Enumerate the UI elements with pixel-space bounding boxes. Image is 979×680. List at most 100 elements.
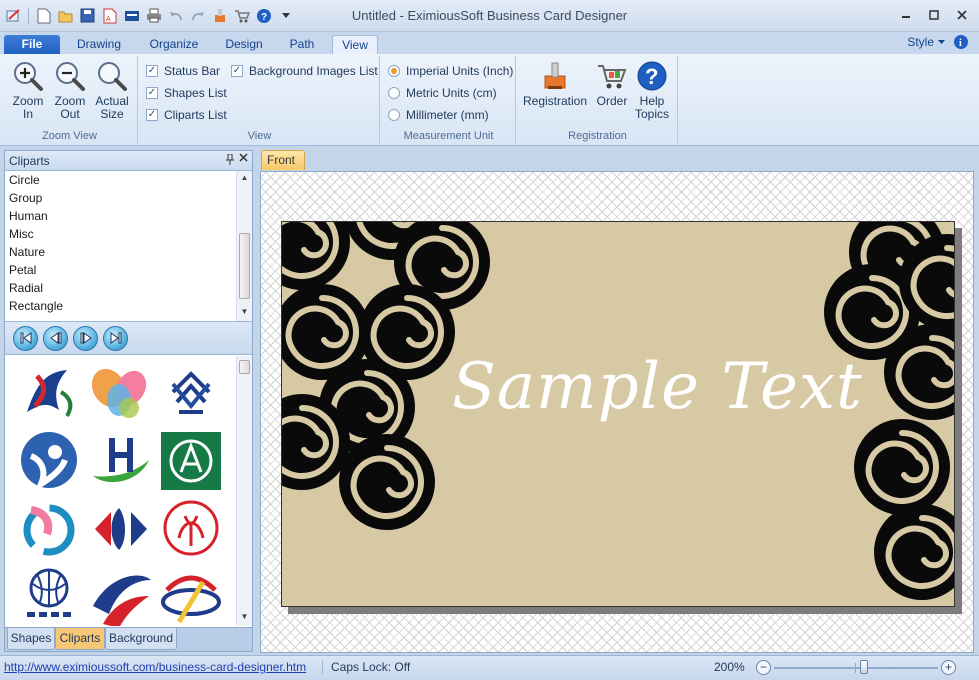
clipart-thumbnail[interactable]	[17, 498, 81, 560]
card-sample-text[interactable]: Sample Text	[452, 350, 862, 424]
website-link[interactable]: http://www.eximioussoft.com/business-car…	[4, 660, 306, 674]
category-scrollbar[interactable]: ▲ ▼	[236, 171, 252, 321]
clipart-thumbnail[interactable]	[17, 362, 81, 424]
panel-tab-bar: Shapes Cliparts Background	[5, 627, 252, 651]
clipart-thumbnail[interactable]	[159, 566, 223, 626]
first-page-button[interactable]	[13, 325, 38, 351]
customize-dropdown-icon[interactable]	[276, 6, 295, 25]
scrollbar-thumb[interactable]	[239, 233, 250, 299]
list-item[interactable]: Human	[5, 207, 237, 225]
tab-background[interactable]: Background	[105, 628, 177, 650]
cliparts-list-checkbox[interactable]: ✓ Cliparts List	[146, 108, 227, 122]
list-item[interactable]: Radial	[5, 279, 237, 297]
actual-size-button[interactable]: Actual Size	[92, 60, 132, 121]
tab-front[interactable]: Front	[261, 150, 305, 170]
clipart-thumbnail[interactable]	[17, 566, 81, 626]
previous-page-button[interactable]	[43, 325, 68, 351]
close-icon[interactable]	[239, 153, 248, 162]
new-file-icon[interactable]	[34, 6, 53, 25]
help-small-icon[interactable]: ?	[254, 6, 273, 25]
background-images-list-checkbox[interactable]: ✓ Background Images List	[231, 64, 378, 78]
zoom-in-small-button[interactable]: +	[941, 660, 956, 675]
shapes-list-checkbox[interactable]: ✓ Shapes List	[146, 86, 227, 100]
status-bar-checkbox[interactable]: ✓ Status Bar	[146, 64, 220, 78]
tab-design[interactable]: Design	[218, 35, 270, 55]
clipart-thumbnail[interactable]	[159, 498, 223, 560]
info-icon[interactable]: i	[953, 34, 969, 50]
tab-cliparts[interactable]: Cliparts	[55, 628, 105, 650]
close-button[interactable]	[953, 6, 971, 24]
registration-small-icon[interactable]	[210, 6, 229, 25]
zoom-slider-knob[interactable]	[860, 660, 869, 674]
background-images-list-label: Background Images List	[249, 64, 378, 78]
tab-organize[interactable]: Organize	[140, 35, 208, 55]
cliparts-panel: Cliparts Circle Group Human Misc Nature …	[4, 150, 253, 652]
clipart-thumbnail[interactable]	[89, 362, 153, 424]
business-card[interactable]: Sample Text	[281, 221, 955, 607]
tab-view[interactable]: View	[332, 35, 378, 55]
list-item[interactable]: Misc	[5, 225, 237, 243]
check-icon: ✓	[146, 87, 158, 99]
metric-units-radio[interactable]: Metric Units (cm)	[388, 86, 497, 100]
registration-icon	[539, 60, 571, 92]
tab-file[interactable]: File	[4, 35, 60, 55]
open-folder-icon[interactable]	[56, 6, 75, 25]
export-icon[interactable]	[122, 6, 141, 25]
list-item[interactable]: Rectangle	[5, 297, 237, 315]
last-page-icon	[110, 332, 121, 344]
tab-path[interactable]: Path	[280, 35, 324, 55]
millimeter-radio[interactable]: Millimeter (mm)	[388, 108, 489, 122]
list-item[interactable]: Petal	[5, 261, 237, 279]
quick-access-toolbar: A ?	[4, 6, 295, 25]
app-menu-icon[interactable]	[4, 6, 23, 25]
cart-small-icon[interactable]	[232, 6, 251, 25]
clipart-thumbnail[interactable]	[89, 566, 153, 626]
radio-icon	[388, 87, 400, 99]
tab-shapes[interactable]: Shapes	[7, 628, 55, 650]
clipart-thumbnail[interactable]	[159, 430, 223, 492]
zoom-out-small-button[interactable]: −	[756, 660, 771, 675]
order-button[interactable]: Order	[592, 60, 632, 108]
last-page-button[interactable]	[103, 325, 128, 351]
category-list[interactable]: Circle Group Human Misc Nature Petal Rad…	[5, 171, 237, 321]
radio-icon	[388, 109, 400, 121]
clipart-thumbnail[interactable]	[89, 498, 153, 560]
imperial-units-radio[interactable]: Imperial Units (Inch)	[388, 64, 513, 78]
ribbon: Zoom In Zoom Out Actual Size Zoom View ✓…	[0, 54, 979, 146]
registration-button[interactable]: Registration	[522, 60, 588, 108]
zoom-out-button[interactable]: Zoom Out	[50, 60, 90, 121]
scroll-down-icon[interactable]: ▼	[237, 307, 252, 319]
maximize-button[interactable]	[925, 6, 943, 24]
next-page-button[interactable]	[73, 325, 98, 351]
help-topics-button[interactable]: ? Help Topics	[632, 60, 672, 121]
style-menu[interactable]: Style i	[907, 34, 969, 50]
cliparts-panel-header: Cliparts	[5, 151, 252, 171]
clipart-thumbnail[interactable]	[17, 430, 81, 492]
clipart-thumbnail[interactable]	[159, 362, 223, 424]
design-canvas[interactable]: Sample Text	[260, 171, 974, 653]
status-bar-label: Status Bar	[164, 64, 221, 78]
clipart-thumbnail[interactable]	[89, 430, 153, 492]
list-item[interactable]: Circle	[5, 171, 237, 189]
zoom-slider-midmark	[855, 663, 856, 673]
tab-drawing[interactable]: Drawing	[68, 35, 130, 55]
registration-label: Registration	[522, 94, 588, 108]
minimize-button[interactable]	[897, 6, 915, 24]
view-group: ✓ Status Bar ✓ Shapes List ✓ Cliparts Li…	[140, 56, 380, 144]
clipart-scrollbar[interactable]: ▼	[236, 356, 252, 626]
scroll-up-icon[interactable]: ▲	[237, 173, 252, 185]
list-item[interactable]: Group	[5, 189, 237, 207]
zoom-in-button[interactable]: Zoom In	[8, 60, 48, 121]
print-icon[interactable]	[144, 6, 163, 25]
pin-icon[interactable]	[226, 154, 234, 165]
scrollbar-thumb[interactable]	[239, 360, 250, 374]
clipart-navigation-bar	[5, 321, 252, 355]
pdf-icon[interactable]: A	[100, 6, 119, 25]
save-icon[interactable]	[78, 6, 97, 25]
undo-icon[interactable]	[166, 6, 185, 25]
svg-text:i: i	[959, 38, 962, 49]
redo-icon[interactable]	[188, 6, 207, 25]
scroll-down-icon[interactable]: ▼	[237, 612, 252, 624]
zoom-slider[interactable]: − +	[756, 659, 956, 677]
list-item[interactable]: Nature	[5, 243, 237, 261]
